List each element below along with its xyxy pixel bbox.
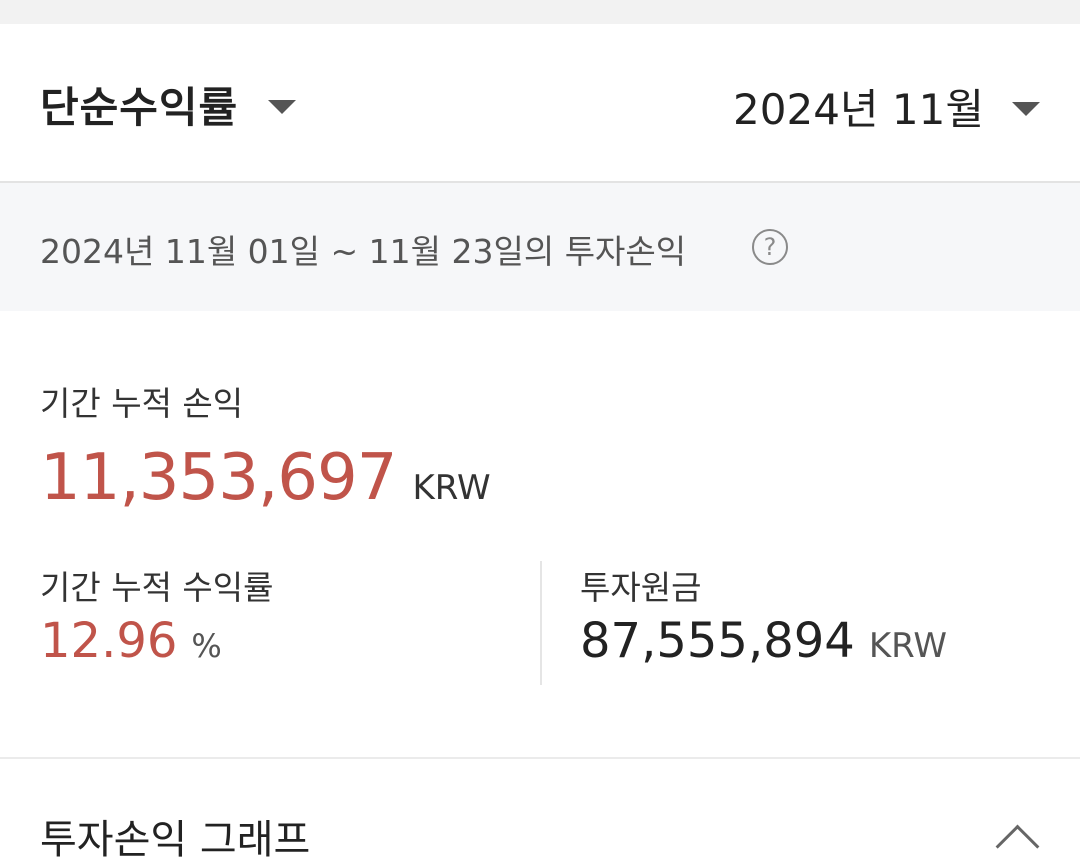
period-bar: 2024년 11월 01일 ~ 11월 23일의 투자손익 — [0, 183, 1080, 311]
top-strip — [0, 0, 1080, 24]
cumulative-profit-unit: KRW — [412, 468, 491, 508]
month-dropdown[interactable]: 2024년 11월 — [733, 76, 1040, 137]
profit-graph-toggle[interactable]: 투자손익 그래프 — [0, 759, 1080, 868]
return-type-dropdown[interactable]: 단순수익률 — [40, 74, 297, 135]
graph-title: 투자손익 그래프 — [40, 817, 311, 863]
cumulative-profit: 11,353,697 KRW — [40, 441, 491, 515]
cumulative-profit-label: 기간 누적 손익 — [40, 384, 244, 423]
cumulative-profit-value: 11,353,697 — [40, 441, 397, 515]
caret-down-icon — [268, 99, 297, 114]
month-label: 2024년 11월 — [733, 85, 984, 134]
header: 단순수익률 2024년 11월 — [0, 24, 1080, 183]
principal-unit: KRW — [868, 626, 947, 666]
cumulative-rate-label: 기간 누적 수익률 — [40, 568, 274, 607]
return-type-label: 단순수익률 — [40, 83, 239, 132]
chevron-up-icon — [995, 824, 1040, 868]
period-text: 2024년 11월 01일 ~ 11월 23일의 투자손익 — [40, 232, 687, 271]
principal-label: 투자원금 — [580, 568, 702, 607]
help-circle-icon[interactable]: ? — [752, 229, 788, 265]
cumulative-rate: 12.96 % — [40, 613, 222, 669]
cumulative-rate-value: 12.96 — [40, 613, 178, 669]
principal-value: 87,555,894 — [580, 613, 855, 669]
principal: 87,555,894 KRW — [580, 613, 947, 669]
cumulative-rate-unit: % — [191, 627, 222, 665]
vertical-divider — [540, 561, 542, 685]
caret-down-icon — [1012, 101, 1040, 116]
profit-summary: 기간 누적 손익 11,353,697 KRW 기간 누적 수익률 12.96 … — [0, 311, 1080, 757]
